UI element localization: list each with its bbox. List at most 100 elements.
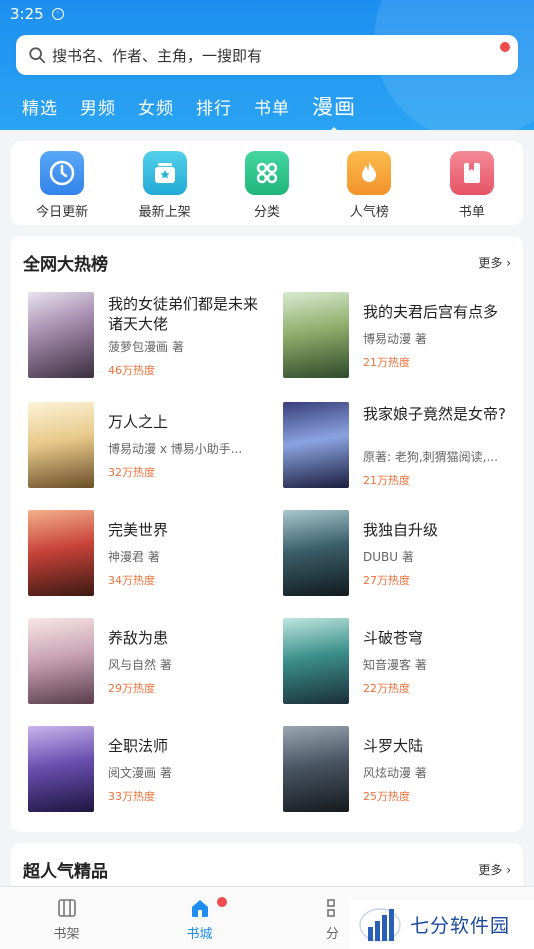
nav-bookshelf[interactable]: 书架	[0, 887, 133, 949]
watermark-logo-icon	[359, 907, 401, 942]
book-title: 万人之上	[108, 413, 169, 431]
book-card[interactable]: 万人之上 博易动漫 x 博易小助手... 32万热度	[22, 402, 262, 492]
quick-label: 最新上架	[138, 205, 191, 220]
book-heat: 27万热度	[363, 574, 410, 587]
book-card[interactable]: 我家娘子竟然是女帝? 原著: 老狗,刺猬猫阅读,... 21万热度	[277, 402, 517, 492]
book-card[interactable]: 完美世界 神漫君 著 34万热度	[22, 510, 262, 600]
book-heat: 25万热度	[363, 790, 410, 803]
book-title: 完美世界	[108, 521, 169, 539]
book-heat: 33万热度	[108, 790, 155, 803]
book-cover	[283, 618, 349, 704]
status-time: 3:25	[10, 5, 44, 23]
quick-label: 分类	[253, 205, 280, 220]
book-author: DUBU 著	[363, 550, 414, 564]
more-link[interactable]: 更多 ›	[478, 254, 511, 271]
quick-booklist[interactable]: 书单	[427, 151, 517, 225]
notification-badge	[500, 42, 510, 52]
book-cover	[283, 726, 349, 812]
section-title: 超人气精品	[23, 862, 108, 882]
book-title: 我独自升级	[363, 521, 439, 539]
quick-category[interactable]: 分类	[222, 151, 312, 225]
book-cover	[28, 510, 94, 596]
book-author: 风与自然 著	[108, 658, 172, 672]
book-cover	[283, 510, 349, 596]
book-title: 斗罗大陆	[363, 737, 424, 755]
book-author: 博易动漫 x 博易小助手...	[108, 442, 243, 456]
search-icon	[29, 47, 46, 64]
nav-label: 分	[325, 927, 339, 942]
book-heat: 21万热度	[363, 356, 410, 369]
book-card[interactable]: 养敌为患 风与自然 著 29万热度	[22, 618, 262, 708]
book-title: 养敌为患	[108, 629, 169, 647]
quick-today-update[interactable]: 今日更新	[17, 151, 107, 225]
book-heat: 29万热度	[108, 682, 155, 695]
book-author: 博易动漫 著	[363, 332, 427, 346]
book-cover	[28, 402, 94, 488]
nav-label: 书架	[53, 927, 80, 942]
book-title: 斗破苍穹	[363, 629, 424, 647]
flame-icon	[347, 151, 392, 195]
tab-ranking[interactable]: 排行	[196, 94, 232, 119]
tab-female[interactable]: 女频	[138, 94, 174, 119]
book-author: 原著: 老狗,刺猬猫阅读,...	[363, 450, 498, 464]
tab-comics[interactable]: 漫画	[312, 91, 356, 133]
more-label: 更多	[478, 863, 503, 877]
quick-label: 人气榜	[349, 205, 389, 220]
book-card[interactable]: 斗罗大陆 风炫动漫 著 25万热度	[277, 726, 517, 816]
tab-booklist[interactable]: 书单	[254, 94, 290, 119]
book-author: 神漫君 著	[108, 550, 160, 564]
book-cover	[283, 292, 349, 378]
quick-popular[interactable]: 人气榜	[324, 151, 414, 225]
book-heat: 21万热度	[363, 474, 410, 487]
nav-bookstore[interactable]: 书城	[133, 887, 266, 949]
quick-entry-bar: 今日更新 最新上架 分类 人气榜 书单	[11, 141, 523, 225]
quick-new-arrivals[interactable]: 最新上架	[120, 151, 210, 225]
book-heat: 34万热度	[108, 574, 155, 587]
book-cover	[28, 618, 94, 704]
search-input[interactable]: 搜书名、作者、主角，一搜即有	[16, 35, 518, 75]
watermark-text: 七分软件园	[410, 915, 511, 937]
book-author: 菠萝包漫画 著	[108, 340, 184, 354]
notification-icon: ◦	[51, 8, 64, 20]
hot-ranking-panel: 全网大热榜 更多 › 我的女徒弟们都是未来诸天大佬 菠萝包漫画 著 46万热度 …	[11, 236, 523, 832]
clock-icon	[40, 151, 85, 195]
book-card[interactable]: 我的女徒弟们都是未来诸天大佬 菠萝包漫画 著 46万热度	[22, 292, 262, 382]
quick-label: 今日更新	[36, 205, 89, 220]
quick-label: 书单	[458, 205, 485, 220]
chevron-right-icon: ›	[506, 863, 511, 877]
book-title: 我家娘子竟然是女帝?	[363, 405, 506, 423]
tab-male[interactable]: 男频	[80, 94, 116, 119]
category-icon	[326, 899, 335, 917]
book-card[interactable]: 我的夫君后宫有点多 博易动漫 著 21万热度	[277, 292, 517, 382]
book-author: 知音漫客 著	[363, 658, 427, 672]
book-author: 阅文漫画 著	[108, 766, 172, 780]
booklist-icon	[449, 151, 494, 195]
book-author: 风炫动漫 著	[363, 766, 427, 780]
book-card[interactable]: 全职法师 阅文漫画 著 33万热度	[22, 726, 262, 816]
book-heat: 22万热度	[363, 682, 410, 695]
nav-label: 书城	[186, 927, 213, 942]
book-heat: 46万热度	[108, 364, 155, 377]
bookshelf-icon	[57, 899, 76, 917]
category-tabs: 精选 男频 女频 排行 书单 漫画	[0, 88, 356, 133]
book-card[interactable]: 斗破苍穹 知音漫客 著 22万热度	[277, 618, 517, 708]
grid-icon	[244, 151, 289, 195]
more-link[interactable]: 更多 ›	[478, 861, 511, 878]
book-title: 我的女徒弟们都是未来诸天大佬	[108, 295, 259, 333]
book-cover	[28, 292, 94, 378]
book-cover	[283, 402, 349, 488]
star-box-icon	[142, 151, 187, 195]
more-label: 更多	[478, 256, 503, 270]
book-heat: 32万热度	[108, 466, 155, 479]
section-title: 全网大热榜	[23, 255, 108, 275]
home-icon	[191, 900, 208, 917]
book-title: 全职法师	[108, 737, 169, 755]
search-placeholder: 搜书名、作者、主角，一搜即有	[52, 46, 263, 65]
book-cover	[28, 726, 94, 812]
notification-badge	[217, 897, 227, 907]
status-bar: 3:25 ◦	[0, 0, 534, 28]
book-card[interactable]: 我独自升级 DUBU 著 27万热度	[277, 510, 517, 600]
chevron-right-icon: ›	[506, 256, 511, 270]
tab-featured[interactable]: 精选	[22, 94, 58, 119]
book-title: 我的夫君后宫有点多	[363, 303, 499, 321]
